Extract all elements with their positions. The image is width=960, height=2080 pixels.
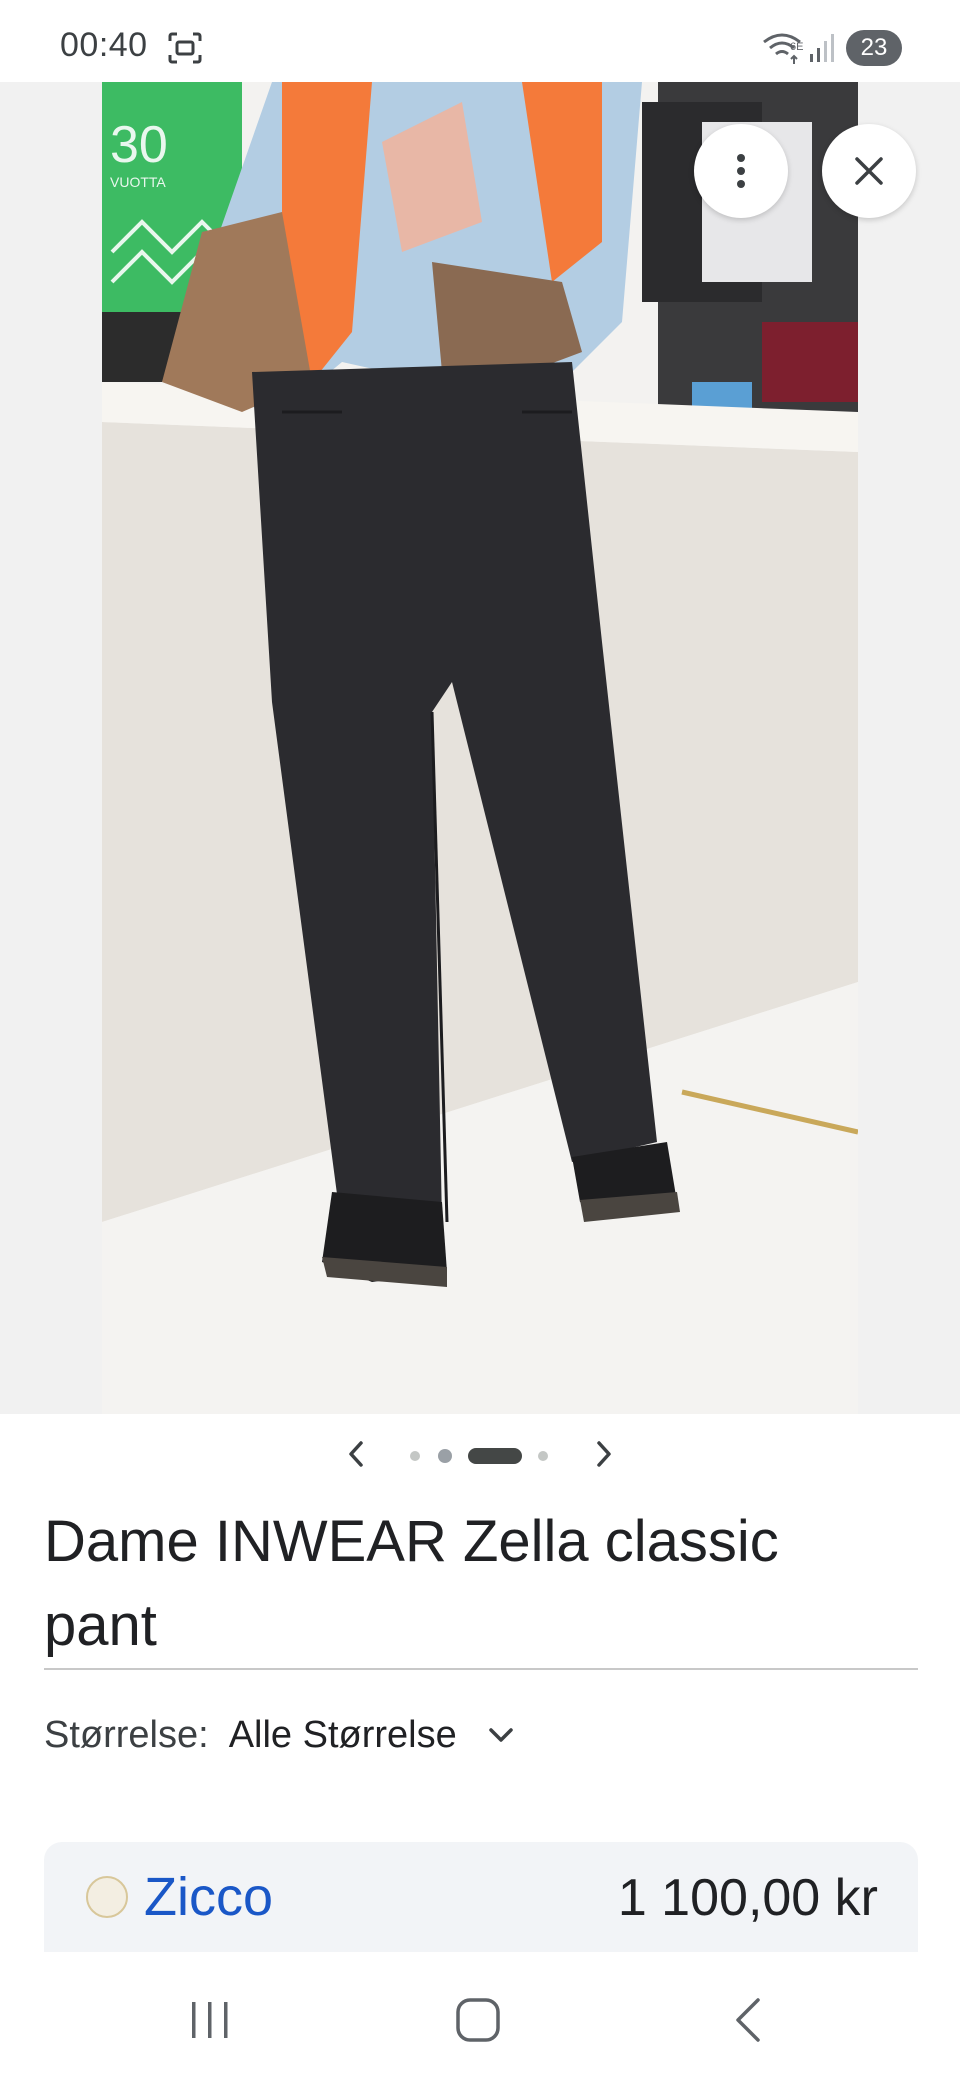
more-vert-icon	[737, 154, 745, 188]
back-icon	[736, 1998, 760, 2042]
chevron-right-icon	[597, 1441, 611, 1467]
next-image-button[interactable]	[584, 1434, 624, 1474]
wifi-6e-icon: 6E	[763, 33, 803, 64]
carousel-dot-active[interactable]	[468, 1448, 522, 1464]
status-bar: 00:40 6E 23	[0, 0, 960, 82]
carousel-dots	[410, 1448, 560, 1464]
recents-icon	[192, 2002, 228, 2038]
signal-icon	[810, 34, 834, 62]
product-title: Dame INWEAR Zella classic pant	[44, 1509, 779, 1658]
carousel-dot[interactable]	[438, 1449, 452, 1463]
image-viewer[interactable]: 30 VUOTTA	[0, 82, 960, 1414]
size-value[interactable]: Alle Størrelse	[229, 1714, 457, 1757]
svg-text:6E: 6E	[790, 41, 803, 53]
size-selector[interactable]: Størrelse: Alle Størrelse	[44, 1710, 517, 1760]
recent-apps-button[interactable]	[180, 1992, 240, 2048]
price: 1 100,00 kr	[617, 1869, 878, 1927]
carousel-controls	[0, 1420, 960, 1492]
carousel-dot[interactable]	[538, 1451, 548, 1461]
divider	[44, 1668, 918, 1670]
home-icon	[456, 1998, 500, 2042]
seller-name-link[interactable]: Zicco	[144, 1866, 273, 1928]
status-time: 00:40	[60, 26, 148, 64]
system-navigation-bar	[0, 1952, 960, 2080]
close-button[interactable]	[822, 124, 916, 218]
battery-icon: 23	[846, 30, 902, 66]
back-button[interactable]	[718, 1992, 778, 2048]
close-icon	[855, 157, 883, 185]
screenshot-icon	[168, 32, 202, 64]
more-options-button[interactable]	[694, 124, 788, 218]
size-label: Størrelse:	[44, 1713, 209, 1756]
chevron-down-icon[interactable]	[487, 1720, 517, 1750]
previous-image-button[interactable]	[336, 1434, 376, 1474]
product-photo[interactable]: 30 VUOTTA	[102, 82, 858, 1414]
chevron-left-icon	[349, 1441, 363, 1467]
carousel-dot[interactable]	[410, 1451, 420, 1461]
sign-text: 30	[110, 116, 168, 174]
seller-logo-icon	[86, 1876, 128, 1918]
home-button[interactable]	[448, 1992, 508, 2048]
seller-offer-card[interactable]: Zicco 1 100,00 kr	[44, 1842, 918, 1952]
sign-subtext: VUOTTA	[110, 174, 166, 190]
